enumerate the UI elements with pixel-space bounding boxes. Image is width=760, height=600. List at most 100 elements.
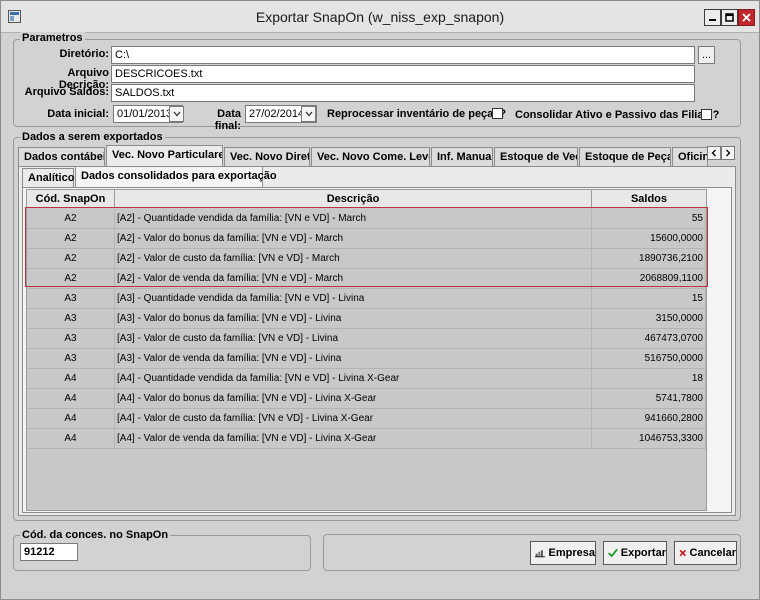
cell-saldo: 5741,7800: [592, 389, 706, 408]
cell-saldo: 516750,0000: [592, 349, 706, 368]
table-row[interactable]: A2 [A2] - Valor do bonus da família: [VN …: [27, 229, 706, 249]
cell-descricao: [A2] - Valor de venda da família: [VN e …: [115, 269, 592, 288]
cell-descricao: [A2] - Valor de custo da família: [VN e …: [115, 249, 592, 268]
concessionaria-input[interactable]: 91212: [20, 543, 78, 561]
tab-scroll-left[interactable]: [707, 146, 721, 160]
cell-descricao: [A2] - Valor do bonus da família: [VN e …: [115, 229, 592, 248]
cell-descricao: [A4] - Quantidade vendida da família: [V…: [115, 369, 592, 388]
cell-saldo: 2068809,1100: [592, 269, 706, 288]
cell-descricao: [A4] - Valor de custo da família: [VN e …: [115, 409, 592, 428]
tab-vec-novo-direta[interactable]: Vec. Novo Direta: [224, 147, 310, 167]
cell-cod-snapon: A4: [27, 429, 115, 448]
diretorio-label: Diretório:: [59, 48, 110, 60]
chart-icon: [535, 550, 545, 558]
cell-saldo: 1890736,2100: [592, 249, 706, 268]
data-grid[interactable]: Cód. SnapOn Descrição Saldos A2 [A2] - Qu…: [26, 189, 707, 511]
cell-saldo: 18: [592, 369, 706, 388]
column-header-saldos[interactable]: Saldos: [592, 190, 706, 208]
browse-button[interactable]: ...: [698, 46, 715, 64]
cell-cod-snapon: A2: [27, 269, 115, 288]
cell-cod-snapon: A2: [27, 249, 115, 268]
table-row[interactable]: A2 [A2] - Quantidade vendida da família: …: [27, 209, 706, 229]
table-row[interactable]: A4 [A4] - Quantidade vendida da família: …: [27, 369, 706, 389]
diretorio-input[interactable]: C:\: [111, 46, 695, 64]
tab-vec-novo-particulares[interactable]: Vec. Novo Particulares: [106, 145, 223, 167]
chevron-left-icon: [711, 149, 716, 157]
title-bar[interactable]: Exportar SnapOn (w_niss_exp_snapon): [1, 1, 759, 33]
concessionaria-title: Cód. da conces. no SnapOn: [20, 529, 171, 541]
cell-cod-snapon: A3: [27, 329, 115, 348]
table-row[interactable]: A4 [A4] - Valor de custo da família: [VN …: [27, 409, 706, 429]
minimize-icon: [709, 19, 716, 21]
table-row[interactable]: A4 [A4] - Valor de venda da família: [VN …: [27, 429, 706, 449]
consolidar-checkbox[interactable]: [701, 109, 712, 120]
cell-descricao: [A3] - Quantidade vendida da família: [V…: [115, 289, 592, 308]
table-row[interactable]: A3 [A3] - Valor de venda da família: [VN …: [27, 349, 706, 369]
tab-dados-contabeis[interactable]: Dados contábeis: [18, 147, 105, 167]
export-snapon-window: Exportar SnapOn (w_niss_exp_snapon) Para…: [0, 0, 760, 600]
empresa-button[interactable]: Empresa: [530, 541, 596, 565]
tab-estoque-de-vec[interactable]: Estoque de Vec.: [494, 147, 578, 167]
cell-cod-snapon: A4: [27, 389, 115, 408]
maximize-button[interactable]: [721, 9, 738, 26]
cell-saldo: 15: [592, 289, 706, 308]
cell-saldo: 941660,2800: [592, 409, 706, 428]
cell-saldo: 1046753,3300: [592, 429, 706, 448]
arquivo-saldos-label: Arquivo Saldos:: [24, 86, 109, 98]
cell-descricao: [A2] - Quantidade vendida da família: [V…: [115, 209, 592, 228]
cell-cod-snapon: A2: [27, 229, 115, 248]
cell-cod-snapon: A2: [27, 209, 115, 228]
table-row[interactable]: A3 [A3] - Quantidade vendida da família: …: [27, 289, 706, 309]
cell-cod-snapon: A4: [27, 409, 115, 428]
chevron-down-icon: [173, 111, 180, 117]
exportar-button[interactable]: Exportar: [603, 541, 667, 565]
minimize-button[interactable]: [704, 9, 721, 26]
cell-saldo: 3150,0000: [592, 309, 706, 328]
cell-descricao: [A3] - Valor de venda da família: [VN e …: [115, 349, 592, 368]
tab-scroll-right[interactable]: [721, 146, 735, 160]
dados-title: Dados a serem exportados: [20, 131, 165, 143]
tab-vec-novo-come-leves[interactable]: Vec. Novo Come. Leves: [311, 147, 430, 167]
grid-header: Cód. SnapOn Descrição Saldos: [27, 190, 706, 208]
chevron-down-icon: [305, 111, 312, 117]
table-row[interactable]: A2 [A2] - Valor de venda da família: [VN …: [27, 269, 706, 289]
data-final-dropdown[interactable]: [301, 106, 316, 122]
reprocessar-label: Reprocessar inventário de peças?: [327, 108, 507, 120]
cell-saldo: 467473,0700: [592, 329, 706, 348]
subtab-dados-consolidados[interactable]: Dados consolidados para exportação: [75, 166, 277, 188]
table-row[interactable]: A2 [A2] - Valor de custo da família: [VN …: [27, 249, 706, 269]
tab-estoque-de-pecas[interactable]: Estoque de Peças: [579, 147, 671, 167]
close-icon: [742, 13, 751, 22]
tab-inf-manual[interactable]: Inf. Manual: [431, 147, 493, 167]
cell-saldo: 55: [592, 209, 706, 228]
reprocessar-checkbox[interactable]: [492, 108, 503, 119]
checkmark-icon: [608, 548, 618, 558]
empresa-label: Empresa: [548, 547, 595, 559]
cell-cod-snapon: A4: [27, 369, 115, 388]
column-header-cod-snapon[interactable]: Cód. SnapOn: [27, 190, 115, 208]
tab-oficina[interactable]: Oficina: [672, 147, 708, 167]
close-button[interactable]: [738, 9, 755, 26]
cell-cod-snapon: A3: [27, 349, 115, 368]
cell-descricao: [A3] - Valor do bonus da família: [VN e …: [115, 309, 592, 328]
table-row[interactable]: A3 [A3] - Valor de custo da família: [VN …: [27, 329, 706, 349]
cell-descricao: [A3] - Valor de custo da família: [VN e …: [115, 329, 592, 348]
table-row[interactable]: A3 [A3] - Valor do bonus da família: [VN …: [27, 309, 706, 329]
cell-cod-snapon: A3: [27, 309, 115, 328]
subtab-analitico[interactable]: Analítico: [22, 168, 74, 188]
data-inicial-label: Data inicial:: [47, 108, 109, 120]
table-row[interactable]: A4 [A4] - Valor do bonus da família: [VN …: [27, 389, 706, 409]
cell-descricao: [A4] - Valor de venda da família: [VN e …: [115, 429, 592, 448]
exportar-label: Exportar: [620, 547, 666, 559]
consolidar-label: Consolidar Ativo e Passivo das Filiais?: [515, 109, 720, 121]
window-title: Exportar SnapOn (w_niss_exp_snapon): [255, 9, 505, 25]
arquivo-saldos-input[interactable]: SALDOS.txt: [111, 84, 695, 102]
cell-cod-snapon: A3: [27, 289, 115, 308]
arquivo-descricao-input[interactable]: DESCRICOES.txt: [111, 65, 695, 83]
cancelar-button[interactable]: Cancelar: [674, 541, 737, 565]
column-header-descricao[interactable]: Descrição: [115, 190, 592, 208]
maximize-icon: [725, 13, 734, 22]
cell-saldo: 15600,0000: [592, 229, 706, 248]
data-inicial-dropdown[interactable]: [169, 106, 184, 122]
cell-descricao: [A4] - Valor do bonus da família: [VN e …: [115, 389, 592, 408]
